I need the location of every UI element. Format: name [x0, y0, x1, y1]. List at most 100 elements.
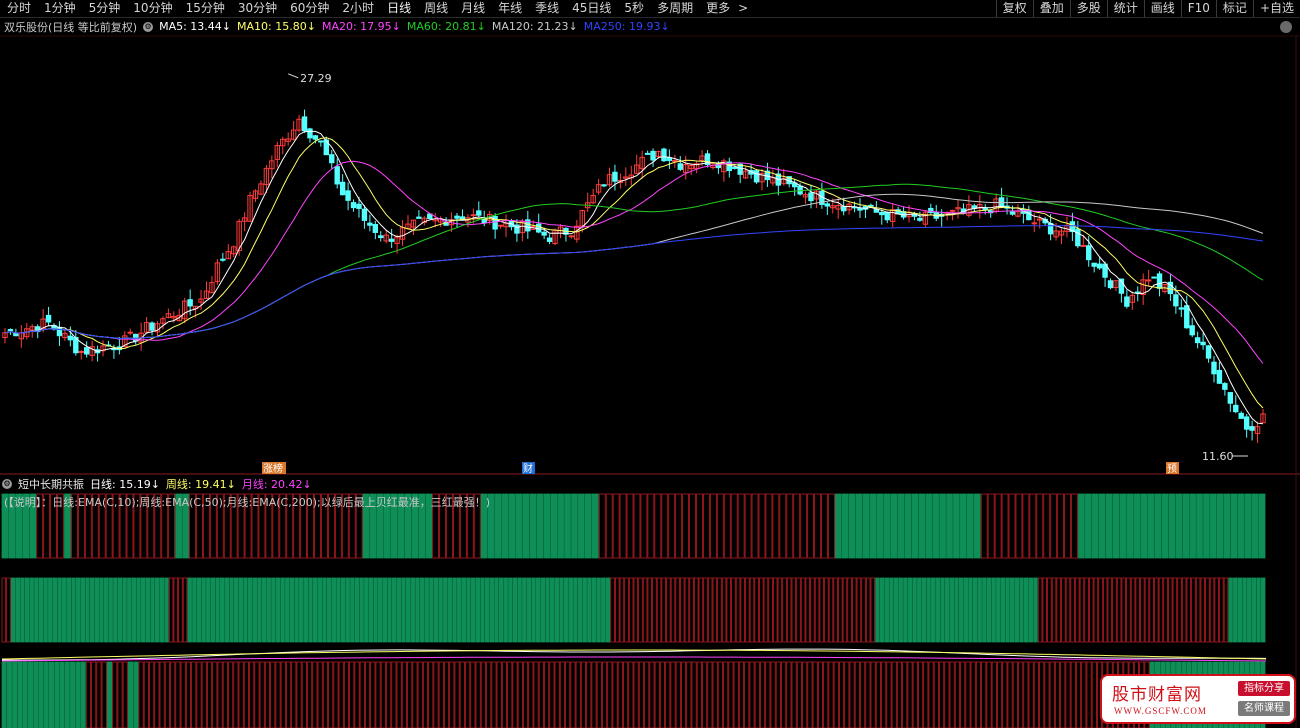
monthly-resonance-bar: [723, 661, 729, 728]
daily-resonance-bar: [1175, 493, 1183, 559]
candle-body: [476, 210, 482, 216]
weekly-resonance-bar: [1200, 577, 1205, 643]
weekly-resonance-bar: [243, 577, 248, 643]
high-price-label: 27.29: [300, 72, 332, 85]
event-marker-2: 预: [1167, 463, 1177, 475]
weekly-resonance-bar: [1051, 577, 1057, 643]
daily-resonance-bar: [925, 493, 933, 559]
candle-body: [535, 223, 542, 233]
weekly-resonance-bar: [1079, 577, 1085, 643]
weekly-resonance-bar: [1075, 577, 1080, 643]
daily-resonance-bar: [855, 493, 863, 559]
weekly-resonance-bar: [624, 577, 629, 643]
weekly-resonance-bar: [591, 577, 597, 643]
weekly-resonance-bar: [38, 577, 44, 643]
weekly-resonance-bar: [907, 577, 913, 643]
monthly-resonance-bar: [886, 661, 892, 728]
daily-resonance-bar: [640, 493, 648, 559]
monthly-resonance-bar: [812, 661, 818, 728]
weekly-resonance-bar: [731, 577, 736, 643]
weekly-resonance-bar: [675, 577, 680, 643]
monthly-resonance-bar: [944, 661, 950, 728]
candle-body: [677, 163, 683, 170]
weekly-resonance-bar: [661, 577, 666, 643]
weekly-resonance-bar: [6, 577, 11, 643]
monthly-resonance-bar: [49, 661, 55, 728]
monthly-resonance-bar: [233, 661, 239, 728]
monthly-resonance-bar: [881, 661, 887, 728]
monthly-resonance-bar: [807, 661, 813, 728]
monthly-resonance-bar: [201, 661, 207, 728]
weekly-resonance-bar: [1140, 577, 1145, 643]
weekly-resonance-bar: [215, 577, 220, 643]
monthly-resonance-bar: [264, 661, 271, 728]
weekly-resonance-bar: [791, 577, 797, 643]
candle-body: [753, 170, 760, 183]
daily-resonance-bar: [1223, 493, 1231, 559]
weekly-resonance-bar: [786, 577, 792, 643]
monthly-resonance-bar: [291, 661, 297, 728]
monthly-resonance-bar: [923, 661, 929, 728]
monthly-resonance-bar: [222, 661, 228, 728]
monthly-resonance-bar: [138, 661, 144, 728]
daily-resonance-bar: [1036, 493, 1044, 559]
monthly-resonance-bar: [538, 661, 544, 728]
weekly-resonance-bar: [75, 577, 81, 643]
weekly-resonance-bar: [443, 577, 448, 643]
monthly-resonance-bar: [154, 661, 160, 728]
daily-resonance-bar: [1258, 493, 1266, 559]
candle-body: [1178, 307, 1185, 310]
indicator-name: 短中长期共振: [18, 477, 84, 491]
candle-body: [546, 237, 553, 242]
monthly-resonance-bar: [217, 661, 223, 728]
monthly-resonance-bar: [549, 661, 555, 728]
weekly-resonance-bar: [457, 577, 462, 643]
weekly-resonance-bar: [670, 577, 676, 643]
candle-body: [1107, 280, 1114, 289]
weekly-resonance-bar: [1028, 577, 1034, 643]
monthly-resonance-bar: [665, 661, 671, 728]
monthly-resonance-bar: [443, 661, 450, 728]
daily-resonance-bar: [543, 493, 551, 559]
monthly-resonance-bar: [902, 661, 908, 728]
monthly-resonance-bar: [860, 661, 866, 728]
weekly-resonance-bar: [1168, 577, 1173, 643]
weekly-resonance-bar: [159, 577, 165, 643]
event-marker-0: 涨榜: [263, 462, 283, 475]
monthly-resonance-bar: [849, 661, 855, 728]
monthly-resonance-bar: [164, 661, 170, 728]
kline-chart[interactable]: 27.29 11.60 涨榜 财 预: [0, 0, 1300, 728]
daily-resonance-bar: [758, 493, 766, 559]
indicator-value-1: 周线: 19.41↓: [165, 477, 236, 491]
weekly-resonance-bar: [958, 577, 964, 643]
monthly-resonance-bar: [533, 661, 539, 728]
daily-resonance-bar: [709, 493, 717, 559]
weekly-resonance-bar: [484, 577, 490, 643]
weekly-resonance-bar: [619, 577, 625, 643]
weekly-resonance-bar: [141, 577, 146, 643]
daily-resonance-bar: [1071, 493, 1078, 559]
candle-body: [470, 214, 477, 217]
candle-body: [661, 148, 667, 162]
monthly-resonance-bar: [623, 661, 629, 728]
indicator-settings-icon[interactable]: ⚙: [2, 478, 12, 489]
weekly-resonance-bar: [1005, 577, 1010, 643]
weekly-resonance-bar: [1191, 577, 1196, 643]
weekly-resonance-bar: [1186, 577, 1192, 643]
monthly-resonance-bar: [907, 661, 913, 728]
weekly-resonance-bar: [865, 577, 871, 643]
candle-body: [78, 350, 84, 353]
weekly-resonance-bar: [401, 577, 406, 643]
daily-resonance-bar: [515, 493, 523, 559]
daily-resonance-bar: [1196, 493, 1203, 559]
weekly-resonance-bar: [447, 577, 453, 643]
daily-resonance-bar: [1078, 493, 1085, 559]
monthly-resonance-bar: [475, 661, 481, 728]
candle-body: [884, 212, 890, 221]
weekly-resonance-bar: [721, 577, 727, 643]
candle-body: [416, 216, 422, 219]
candle-body: [541, 231, 547, 236]
weekly-resonance-bar: [573, 577, 578, 643]
monthly-resonance-bar: [781, 661, 787, 728]
monthly-resonance-bar: [459, 661, 465, 728]
